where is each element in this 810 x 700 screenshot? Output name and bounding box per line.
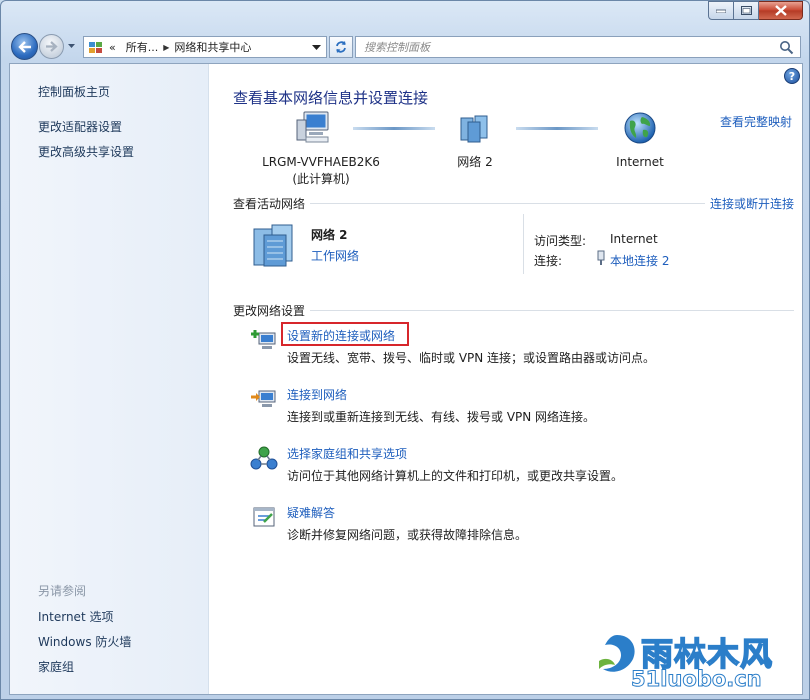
minimize-icon — [716, 9, 726, 13]
connection-label: 连接: — [534, 254, 563, 268]
search-input[interactable] — [364, 40, 764, 54]
network-type-link[interactable]: 工作网络 — [311, 247, 359, 264]
chevron-down-icon[interactable] — [312, 44, 321, 51]
active-network: 网络 2 工作网络 — [250, 221, 550, 271]
computer-node-label: LRGM-VVFHAEB2K6 (此计算机) — [256, 154, 386, 188]
access-type-label: 访问类型: — [534, 234, 587, 248]
task-new-connection: 设置新的连接或网络 设置无线、宽带、拨号、临时或 VPN 连接；或设置路由器或访… — [250, 322, 800, 377]
forward-button[interactable] — [39, 34, 64, 59]
connection-line — [353, 127, 435, 130]
computer-name: LRGM-VVFHAEB2K6 — [262, 155, 380, 169]
homegroup-icon — [250, 446, 278, 470]
task-desc-homegroup: 访问位于其他网络计算机上的文件和打印机，或更改共享设置。 — [287, 469, 624, 483]
connection-line — [516, 127, 598, 130]
maximize-icon — [740, 6, 752, 15]
back-button[interactable] — [11, 33, 38, 60]
divider — [310, 310, 794, 311]
task-title-homegroup[interactable]: 选择家庭组和共享选项 — [287, 445, 407, 462]
arrow-right-icon — [46, 41, 58, 52]
control-panel-icon — [89, 42, 102, 53]
address-overflow[interactable]: « — [109, 41, 116, 54]
network-node-label: 网络 2 — [457, 155, 493, 169]
address-bar[interactable]: « 所有... ▶ 网络和共享中心 — [83, 36, 327, 58]
connect-network-icon — [251, 390, 276, 407]
close-button[interactable] — [759, 1, 803, 20]
connect-disconnect-link[interactable]: 连接或断开连接 — [710, 195, 794, 212]
window: « 所有... ▶ 网络和共享中心 控制面板主页 更改适配器设置 更改高级共享设… — [0, 0, 810, 700]
task-troubleshoot: 疑难解答 诊断并修复网络问题，或获得故障排除信息。 — [250, 504, 800, 554]
close-icon — [774, 5, 787, 16]
page-title: 查看基本网络信息并设置连接 — [233, 89, 429, 107]
refresh-button[interactable] — [329, 36, 353, 58]
address-segment-network-center[interactable]: 网络和共享中心 — [174, 39, 251, 55]
help-icon[interactable]: ? — [784, 68, 800, 84]
active-networks-heading: 查看活动网络 — [233, 197, 306, 211]
task-homegroup: 选择家庭组和共享选项 访问位于其他网络计算机上的文件和打印机，或更改共享设置。 — [250, 445, 800, 495]
change-settings-heading: 更改网络设置 — [233, 304, 306, 318]
search-icon[interactable] — [779, 40, 794, 55]
troubleshoot-icon — [253, 507, 275, 527]
active-network-name: 网络 2 — [311, 228, 348, 242]
internet-node-label: Internet — [616, 155, 664, 169]
maximize-button[interactable] — [734, 1, 759, 20]
sidebar-link-control-panel-home[interactable]: 控制面板主页 — [38, 83, 110, 100]
network-icon — [460, 115, 488, 143]
caption-buttons — [708, 1, 803, 20]
chevron-right-icon[interactable]: ▶ — [163, 43, 169, 52]
search-box[interactable] — [355, 36, 801, 58]
task-connect-network: 连接到网络 连接到或重新连接到无线、有线、拨号或 VPN 网络连接。 — [250, 386, 800, 436]
task-desc-troubleshoot: 诊断并修复网络问题，或获得故障排除信息。 — [287, 528, 528, 542]
ethernet-plug-icon — [597, 250, 605, 265]
history-dropdown-icon[interactable] — [67, 42, 76, 50]
address-segment-all[interactable]: 所有... — [126, 39, 159, 55]
task-title-troubleshoot[interactable]: 疑难解答 — [287, 504, 335, 521]
computer-note: (此计算机) — [292, 172, 350, 186]
content-area: 控制面板主页 更改适配器设置 更改高级共享设置 另请参阅 Internet 选项… — [9, 63, 803, 695]
sidebar-link-homegroup[interactable]: 家庭组 — [38, 658, 74, 675]
see-also-heading: 另请参阅 — [38, 584, 87, 598]
network-building-icon — [253, 224, 293, 267]
main-panel: ? 查看基本网络信息并设置连接 查看完整映射 LRGM-VVFHAEB2K6 (… — [210, 64, 802, 694]
refresh-icon — [336, 41, 346, 53]
divider — [310, 203, 705, 204]
computer-icon — [296, 111, 329, 143]
task-title-connect-network[interactable]: 连接到网络 — [287, 386, 347, 403]
task-desc-connect-network: 连接到或重新连接到无线、有线、拨号或 VPN 网络连接。 — [287, 410, 596, 424]
task-desc-new-connection: 设置无线、宽带、拨号、临时或 VPN 连接；或设置路由器或访问点。 — [287, 351, 656, 365]
arrow-left-icon — [17, 40, 31, 53]
sidebar-link-advanced-sharing[interactable]: 更改高级共享设置 — [38, 143, 134, 160]
new-connection-icon — [251, 330, 276, 349]
access-type-value: Internet — [610, 232, 658, 246]
minimize-button[interactable] — [708, 1, 734, 20]
sidebar-link-adapter-settings[interactable]: 更改适配器设置 — [38, 118, 122, 135]
sidebar-link-internet-options[interactable]: Internet 选项 — [38, 608, 113, 625]
globe-icon — [624, 112, 656, 144]
sidebar-link-windows-firewall[interactable]: Windows 防火墙 — [38, 633, 131, 650]
navigation-bar: « 所有... ▶ 网络和共享中心 — [9, 31, 801, 63]
sidebar: 控制面板主页 更改适配器设置 更改高级共享设置 另请参阅 Internet 选项… — [10, 64, 209, 694]
task-title-new-connection[interactable]: 设置新的连接或网络 — [287, 327, 395, 344]
view-full-map-link[interactable]: 查看完整映射 — [720, 113, 792, 130]
local-connection-link[interactable]: 本地连接 2 — [610, 252, 669, 269]
divider — [523, 214, 524, 274]
